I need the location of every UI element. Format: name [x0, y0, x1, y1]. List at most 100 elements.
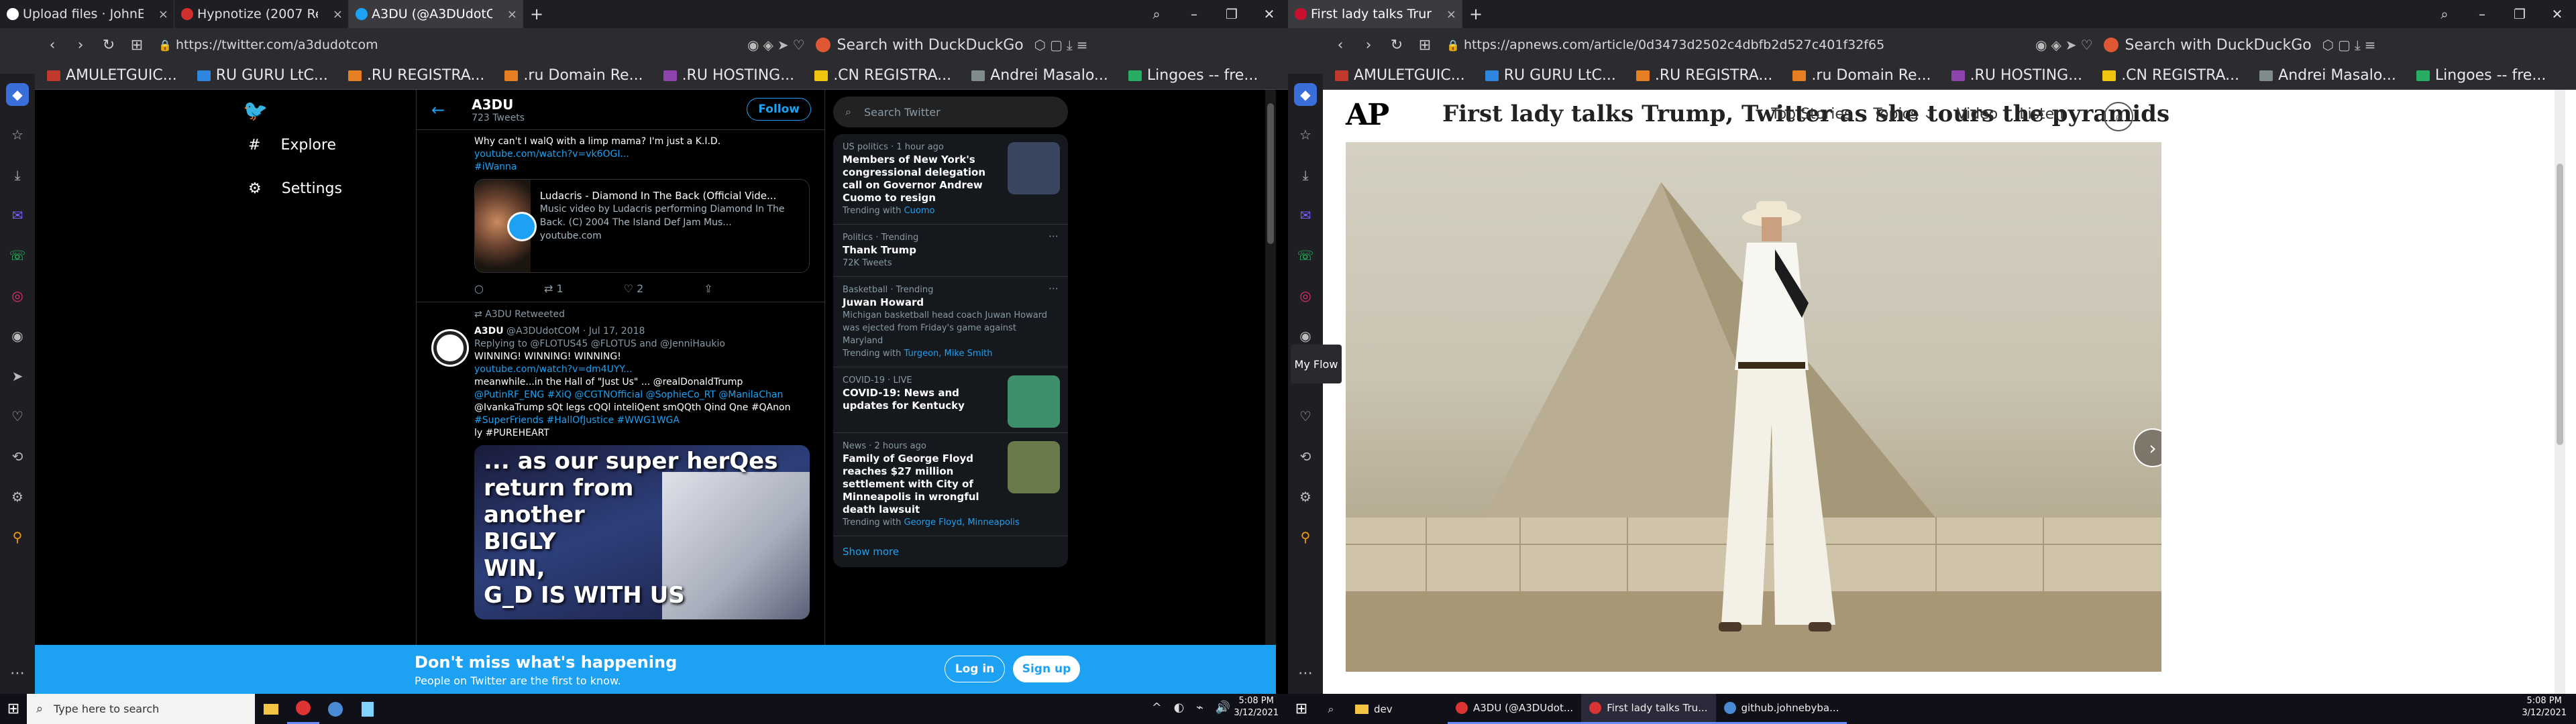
- tweet-hashtag[interactable]: #iWanna: [474, 161, 811, 174]
- instagram-icon[interactable]: ◎: [6, 284, 29, 307]
- show-more-link[interactable]: Show more: [833, 536, 1068, 567]
- trend-item[interactable]: ⋯ Basketball · Trending Juwan Howard Mic…: [833, 277, 1068, 367]
- speed-dial-icon[interactable]: ⊞: [1413, 33, 1437, 57]
- send-icon[interactable]: ➤: [777, 37, 789, 53]
- clock[interactable]: 5:08 PM 3/12/2021: [1234, 695, 1279, 719]
- tweet-link[interactable]: youtube.com/watch?v=vk6OGI...: [474, 148, 811, 161]
- close-icon[interactable]: ×: [158, 7, 168, 21]
- nav-listen[interactable]: Listen: [2019, 106, 2063, 123]
- new-tab-button[interactable]: +: [523, 0, 550, 28]
- tray-icons[interactable]: ^ ◐ ⌁ 🔊: [1152, 701, 1234, 715]
- scrollbar[interactable]: [1265, 90, 1276, 694]
- history-icon[interactable]: ⟲: [6, 445, 29, 468]
- back-button[interactable]: ‹: [1328, 33, 1352, 57]
- trend-item[interactable]: ⋯ Politics · Trending Thank Trump 72K Tw…: [833, 225, 1068, 277]
- scroll-thumb[interactable]: [2557, 164, 2563, 445]
- reload-button[interactable]: ↻: [1385, 33, 1409, 57]
- taskbar-task-ap[interactable]: First lady talks Tru...: [1581, 694, 1716, 724]
- more-icon[interactable]: ⋯: [1049, 282, 1059, 295]
- nav-explore[interactable]: # Explore: [248, 137, 342, 154]
- bookmark-panel-icon[interactable]: ☆: [6, 123, 29, 146]
- box-icon[interactable]: ▢: [2338, 37, 2351, 53]
- camera-icon[interactable]: ◉: [2035, 37, 2047, 53]
- restore-button[interactable]: ❐: [2501, 0, 2538, 28]
- file-explorer-icon[interactable]: [255, 694, 287, 724]
- bookmark-item[interactable]: .CN REGISTRA...: [2102, 67, 2239, 84]
- settings-icon[interactable]: ⚙: [6, 485, 29, 508]
- record-icon[interactable]: ◉: [6, 324, 29, 347]
- bookmark-item[interactable]: Andrei Masalo...: [2259, 67, 2396, 84]
- tab-ap-article[interactable]: First lady talks Trum ×: [1288, 0, 1462, 28]
- more-icon[interactable]: ⋯: [1288, 665, 1323, 682]
- trend-with[interactable]: Turgeon, Mike Smith: [904, 349, 993, 359]
- search-icon[interactable]: ⌕: [2104, 102, 2133, 131]
- whatsapp-icon[interactable]: ☏: [1294, 244, 1317, 267]
- box-icon[interactable]: ▢: [1050, 37, 1063, 53]
- search-input[interactable]: Search with DuckDuckGo: [2097, 33, 2318, 57]
- reload-button[interactable]: ↻: [97, 33, 121, 57]
- back-arrow-icon[interactable]: ←: [431, 101, 445, 119]
- play-icon[interactable]: [507, 212, 537, 241]
- bookmark-item[interactable]: .RU REGISTRA...: [1635, 67, 1772, 84]
- close-icon[interactable]: ×: [333, 7, 343, 21]
- record-icon[interactable]: ◉: [1294, 324, 1317, 347]
- nav-topics[interactable]: Topics ⌄: [1873, 106, 1935, 123]
- close-icon[interactable]: ×: [507, 7, 517, 21]
- shield-icon[interactable]: ◈: [2051, 37, 2061, 53]
- trend-with[interactable]: Cuomo: [904, 206, 935, 216]
- close-window-button[interactable]: ✕: [1250, 0, 1288, 28]
- bookmark-item[interactable]: .RU HOSTING...: [663, 67, 794, 84]
- windows-start-icon[interactable]: ⊞: [1288, 694, 1315, 724]
- nav-top-stories[interactable]: Top Stories: [1771, 106, 1851, 123]
- messenger-icon[interactable]: ✉: [6, 204, 29, 227]
- taskbar-task-a3du[interactable]: A3DU (@A3DUdot...: [1448, 694, 1582, 724]
- camera-icon[interactable]: ◉: [747, 37, 759, 53]
- tweet-hashtags[interactable]: #SuperFriends #HallOfJustice #WWG1WGA: [474, 414, 811, 427]
- speed-dial-icon[interactable]: ⊞: [125, 33, 149, 57]
- bookmark-item[interactable]: .CN REGISTRA...: [814, 67, 951, 84]
- vivaldi-icon[interactable]: ◆: [1294, 83, 1317, 106]
- trend-item[interactable]: News · 2 hours ago Family of George Floy…: [833, 433, 1068, 536]
- taskbar-search-input[interactable]: ⌕ Type here to search: [27, 694, 255, 724]
- windows-start-icon[interactable]: ⊞: [0, 694, 27, 724]
- twitter-bird-icon[interactable]: 🐦: [243, 99, 268, 123]
- vivaldi-icon[interactable]: ◆: [6, 83, 29, 106]
- tweet-link[interactable]: youtube.com/watch?v=dm4UYY...: [474, 363, 811, 376]
- search-icon[interactable]: ⌕: [2426, 0, 2463, 28]
- trend-item[interactable]: US politics · 1 hour ago Members of New …: [833, 134, 1068, 225]
- send-icon[interactable]: ➤: [2065, 37, 2077, 53]
- download-icon[interactable]: ⤓: [1067, 37, 1073, 53]
- nav-settings[interactable]: ⚙ Settings: [248, 180, 342, 197]
- tweet[interactable]: Why can't I walQ with a limp mama? I'm j…: [417, 130, 824, 295]
- minimize-button[interactable]: –: [2463, 0, 2501, 28]
- like-button[interactable]: ♡ 2: [624, 282, 644, 295]
- minimize-button[interactable]: –: [1175, 0, 1213, 28]
- messenger-icon[interactable]: ✉: [1294, 204, 1317, 227]
- retweet-button[interactable]: ⇄ 1: [544, 282, 564, 295]
- reply-icon[interactable]: ○: [474, 282, 484, 295]
- heart-icon[interactable]: ♡: [793, 37, 805, 53]
- history-icon[interactable]: ⟲: [1294, 445, 1317, 468]
- tab-a3du[interactable]: A3DU (@A3DUdotC ×: [349, 0, 523, 28]
- bookmark-item[interactable]: .RU REGISTRA...: [347, 67, 484, 84]
- bookmark-item[interactable]: .RU HOSTING...: [1951, 67, 2082, 84]
- scroll-thumb[interactable]: [1267, 103, 1274, 244]
- close-window-button[interactable]: ✕: [2538, 0, 2576, 28]
- vivaldi-taskbar-icon[interactable]: [287, 694, 319, 724]
- tab-upload-files[interactable]: Upload files · JohnE ×: [0, 0, 174, 28]
- settings-icon[interactable]: ⚙: [1294, 485, 1317, 508]
- share-icon[interactable]: ⇪: [704, 282, 712, 295]
- back-button[interactable]: ‹: [40, 33, 64, 57]
- meme-image[interactable]: ... as our super herQes return from anot…: [474, 445, 810, 619]
- bookmark-item[interactable]: AMULETGUIC...: [1335, 67, 1465, 84]
- clock[interactable]: 5:08 PM 3/12/2021: [2522, 695, 2567, 719]
- avatar[interactable]: [431, 329, 469, 367]
- bookmark-item[interactable]: .ru Domain Re...: [504, 67, 643, 84]
- follow-button[interactable]: Follow: [747, 98, 811, 121]
- forward-button[interactable]: ›: [68, 33, 93, 57]
- downloads-icon[interactable]: ⤓: [6, 164, 29, 186]
- address-bar[interactable]: 🔒 https://apnews.com/article/0d3473d2502…: [1441, 33, 2031, 57]
- tweet[interactable]: A3DU @A3DUdotCOM · Jul 17, 2018 Replying…: [417, 320, 824, 619]
- menu-icon[interactable]: ≡: [2365, 37, 2376, 53]
- bookmark-item[interactable]: AMULETGUIC...: [47, 67, 177, 84]
